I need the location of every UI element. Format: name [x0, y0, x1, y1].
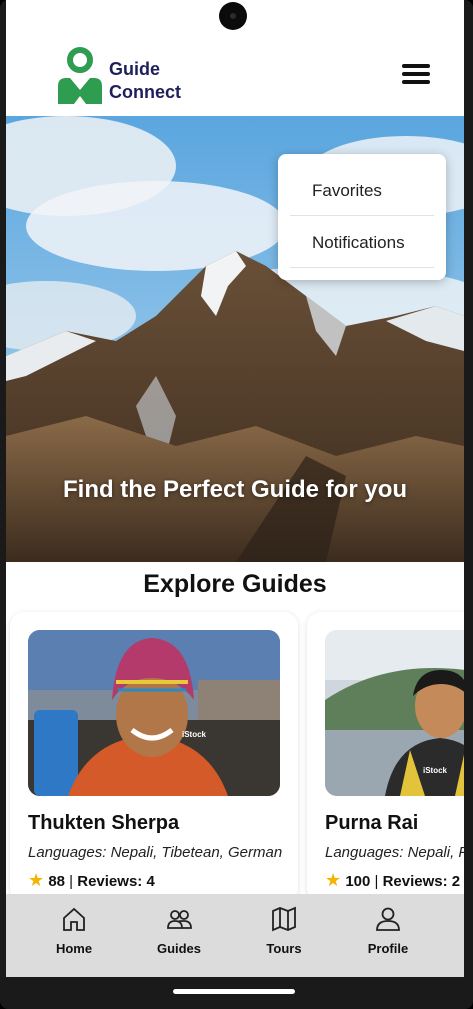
hero-title: Find the Perfect Guide for you: [62, 476, 408, 503]
guide-reviews: Reviews: 2: [382, 873, 461, 890]
guide-card[interactable]: iStock Purna Rai Languages: Nepali, F ★ …: [307, 612, 464, 902]
menu-bar: [402, 72, 430, 76]
menu-bar: [402, 80, 430, 84]
logo-icon: [56, 46, 104, 106]
tab-home[interactable]: Home: [24, 894, 124, 977]
tab-profile-label: Profile: [367, 941, 409, 956]
brand-name: Guide Connect: [109, 58, 181, 104]
guide-photo: iStock: [325, 630, 464, 796]
guide-languages: Languages: Nepali, Tibetean, German: [28, 844, 283, 861]
guide-card[interactable]: iStock Thukten Sherpa Languages: Nepali,…: [10, 612, 298, 902]
app-screen: Guide Connect Find the Perfect Guide for…: [6, 0, 464, 977]
map-icon: [272, 906, 296, 932]
status-bar: [6, 0, 464, 36]
watermark: iStock: [182, 730, 207, 739]
guide-photo: iStock: [28, 630, 280, 796]
guide-name: Purna Rai: [325, 812, 419, 834]
front-camera: [219, 2, 247, 30]
section-title: Explore Guides: [143, 570, 327, 598]
guide-stats: ★ 88 | Reviews: 4: [28, 870, 155, 891]
stats-separator: |: [374, 873, 379, 890]
guide-name: Thukten Sherpa: [28, 812, 180, 834]
home-icon: [63, 907, 85, 931]
user-icon: [376, 907, 400, 931]
bottom-tab-bar: Home Guides Tours Profile: [6, 894, 464, 977]
star-icon: ★: [28, 870, 45, 890]
tab-guides-label: Guides: [156, 941, 202, 956]
tab-profile[interactable]: Profile: [338, 894, 438, 977]
guide-rating: 88: [48, 873, 65, 890]
home-indicator[interactable]: [173, 989, 295, 994]
guide-reviews: Reviews: 4: [77, 873, 155, 890]
hamburger-menu-button[interactable]: [402, 64, 430, 88]
watermark: iStock: [423, 766, 448, 775]
tab-guides[interactable]: Guides: [129, 894, 229, 977]
star-icon: ★: [325, 870, 342, 890]
app-header: Guide Connect: [6, 36, 464, 116]
menu-item-favorites[interactable]: Favorites: [290, 166, 434, 216]
dropdown-menu: Favorites Notifications: [278, 154, 446, 280]
tab-tours-label: Tours: [266, 941, 302, 956]
brand-line-2: Connect: [109, 82, 181, 102]
menu-item-notifications[interactable]: Notifications: [290, 218, 434, 268]
device-frame: Guide Connect Find the Perfect Guide for…: [0, 0, 473, 1009]
guide-stats: ★ 100 | Reviews: 2: [325, 870, 460, 891]
brand-line-1: Guide: [109, 59, 161, 79]
guide-languages: Languages: Nepali, F: [325, 844, 464, 861]
tab-home-label: Home: [55, 941, 93, 956]
stats-separator: |: [69, 873, 74, 890]
menu-bar: [402, 64, 430, 68]
tab-tours[interactable]: Tours: [234, 894, 334, 977]
guide-rating: 100: [345, 873, 371, 890]
people-icon: [167, 910, 192, 929]
